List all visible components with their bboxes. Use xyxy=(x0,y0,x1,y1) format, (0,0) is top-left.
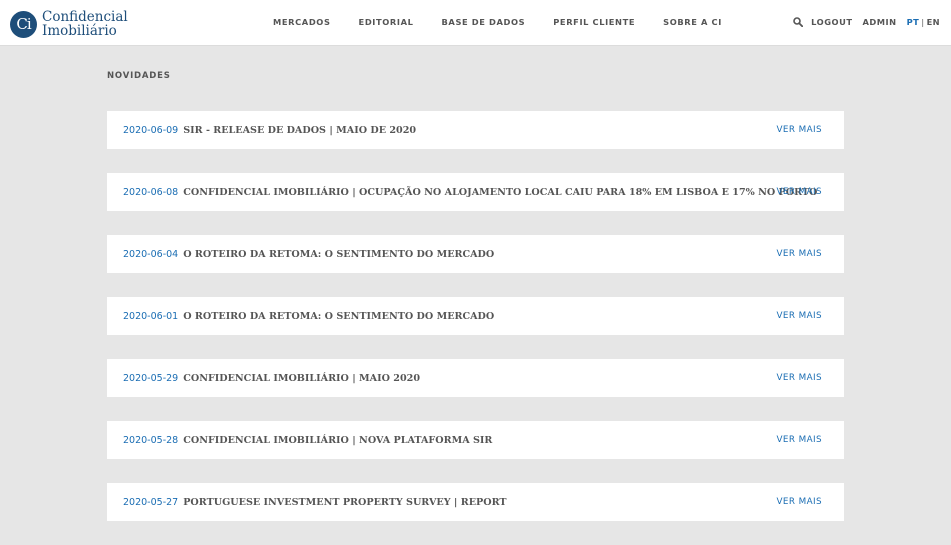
news-title[interactable]: CONFIDENCIAL IMOBILIÁRIO | NOVA PLATAFOR… xyxy=(183,435,492,446)
news-title[interactable]: CONFIDENCIAL IMOBILIÁRIO | MAIO 2020 xyxy=(183,373,420,384)
header-actions: LOGOUT ADMIN PT | EN xyxy=(793,17,940,27)
ver-mais-link[interactable]: VER MAIS xyxy=(777,435,822,445)
search-icon[interactable] xyxy=(793,17,804,27)
news-date: 2020-06-08 xyxy=(123,186,179,198)
top-header: Ci Confidencial Imobiliário MERCADOS EDI… xyxy=(0,0,951,46)
news-date: 2020-06-09 xyxy=(123,124,179,136)
nav-sobre-a-ci[interactable]: SOBRE A CI xyxy=(663,17,722,27)
news-item[interactable]: 2020-06-01 O ROTEIRO DA RETOMA: O SENTIM… xyxy=(107,297,844,335)
nav-perfil-cliente[interactable]: PERFIL CLIENTE xyxy=(553,17,635,27)
section-title: NOVIDADES xyxy=(107,71,171,81)
brand-logo[interactable]: Ci Confidencial Imobiliário xyxy=(10,9,128,39)
ver-mais-link[interactable]: VER MAIS xyxy=(777,311,822,321)
logo-text: Confidencial Imobiliário xyxy=(42,10,128,38)
ver-mais-link[interactable]: VER MAIS xyxy=(777,125,822,135)
news-item[interactable]: 2020-05-28 CONFIDENCIAL IMOBILIÁRIO | NO… xyxy=(107,421,844,459)
logout-link[interactable]: LOGOUT xyxy=(811,17,852,27)
news-date: 2020-05-29 xyxy=(123,372,179,384)
ver-mais-link[interactable]: VER MAIS xyxy=(777,497,822,507)
news-title[interactable]: CONFIDENCIAL IMOBILIÁRIO | OCUPAÇÃO NO A… xyxy=(183,187,817,198)
news-date: 2020-05-28 xyxy=(123,434,179,446)
lang-pt[interactable]: PT xyxy=(907,17,920,27)
news-item[interactable]: 2020-05-29 CONFIDENCIAL IMOBILIÁRIO | MA… xyxy=(107,359,844,397)
news-list: 2020-06-09 SIR - RELEASE DE DADOS | MAIO… xyxy=(107,111,844,545)
news-title[interactable]: O ROTEIRO DA RETOMA: O SENTIMENTO DO MER… xyxy=(183,311,494,322)
main-nav: MERCADOS EDITORIAL BASE DE DADOS PERFIL … xyxy=(273,17,750,27)
news-date: 2020-06-04 xyxy=(123,248,179,260)
news-title[interactable]: SIR - RELEASE DE DADOS | MAIO DE 2020 xyxy=(183,125,416,136)
news-item[interactable]: 2020-05-27 PORTUGUESE INVESTMENT PROPERT… xyxy=(107,483,844,521)
news-date: 2020-05-27 xyxy=(123,496,179,508)
lang-separator: | xyxy=(921,17,925,27)
logo-line-1: Confidencial xyxy=(42,9,128,25)
nav-base-de-dados[interactable]: BASE DE DADOS xyxy=(442,17,526,27)
news-title[interactable]: O ROTEIRO DA RETOMA: O SENTIMENTO DO MER… xyxy=(183,249,494,260)
ver-mais-link[interactable]: VER MAIS xyxy=(777,187,822,197)
news-item[interactable]: 2020-06-09 SIR - RELEASE DE DADOS | MAIO… xyxy=(107,111,844,149)
lang-en[interactable]: EN xyxy=(927,17,940,27)
news-title[interactable]: PORTUGUESE INVESTMENT PROPERTY SURVEY | … xyxy=(183,497,506,508)
nav-mercados[interactable]: MERCADOS xyxy=(273,17,331,27)
news-date: 2020-06-01 xyxy=(123,310,179,322)
logo-mark: Ci xyxy=(10,10,37,38)
news-item[interactable]: 2020-06-08 CONFIDENCIAL IMOBILIÁRIO | OC… xyxy=(107,173,844,211)
nav-editorial[interactable]: EDITORIAL xyxy=(359,17,414,27)
ver-mais-link[interactable]: VER MAIS xyxy=(777,249,822,259)
ver-mais-link[interactable]: VER MAIS xyxy=(777,373,822,383)
language-switcher: PT | EN xyxy=(907,17,940,27)
admin-link[interactable]: ADMIN xyxy=(862,17,896,27)
news-item[interactable]: 2020-06-04 O ROTEIRO DA RETOMA: O SENTIM… xyxy=(107,235,844,273)
logo-line-2: Imobiliário xyxy=(42,23,117,39)
